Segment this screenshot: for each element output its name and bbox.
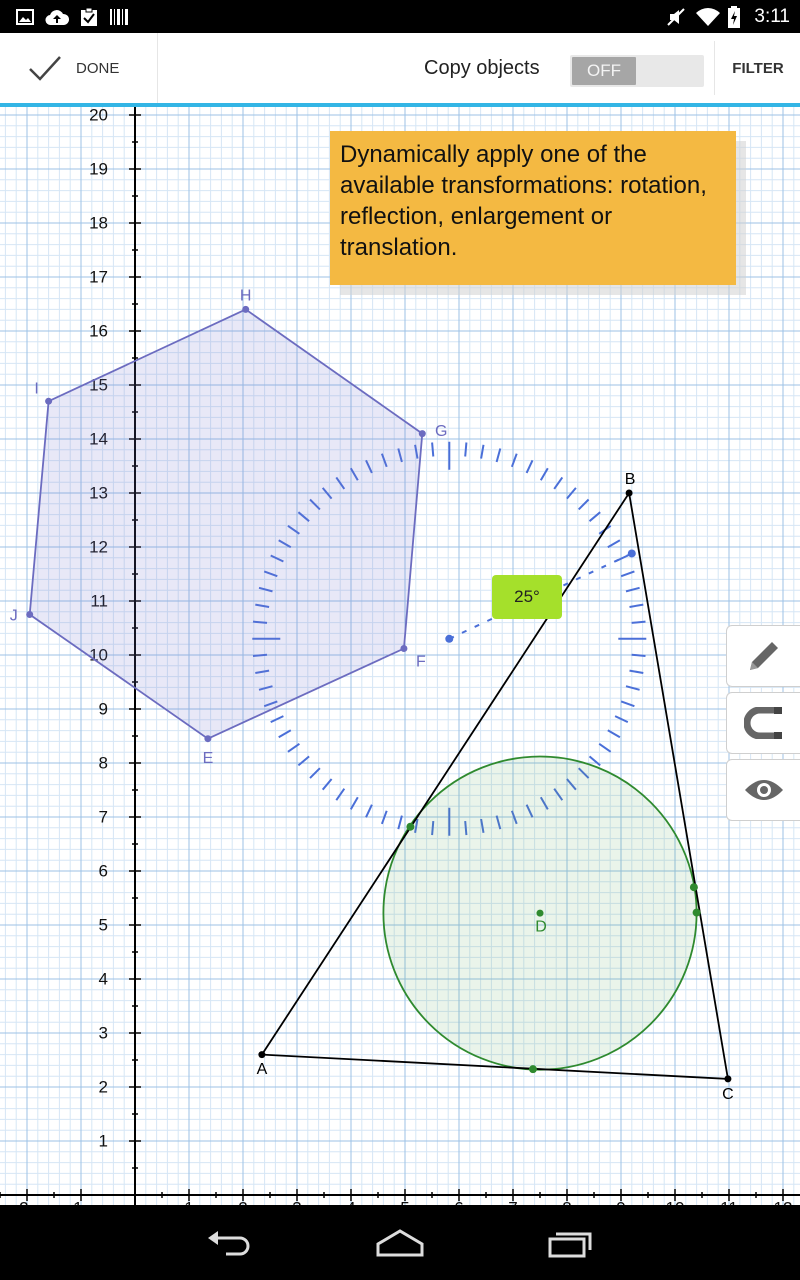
mute-icon xyxy=(664,0,688,33)
y-tick-label: 3 xyxy=(99,1023,108,1042)
triangle-vertex-label: B xyxy=(625,471,636,488)
tangent-point[interactable] xyxy=(528,1065,537,1074)
hexagon-vertex-label: I xyxy=(34,380,38,397)
triangle-vertex[interactable] xyxy=(625,489,633,497)
clipboard-check-icon xyxy=(78,0,100,33)
hexagon-vertex-label: E xyxy=(203,750,214,767)
rotation-angle-badge[interactable]: 25° xyxy=(492,575,562,619)
eye-icon xyxy=(743,776,785,804)
cloud-upload-icon xyxy=(44,0,70,33)
visibility-tool-button[interactable] xyxy=(726,759,800,821)
help-text: Dynamically apply one of the available t… xyxy=(340,141,707,261)
copy-objects-label: Copy objects xyxy=(424,57,540,79)
tangent-point[interactable] xyxy=(689,883,698,892)
y-tick-label: 2 xyxy=(99,1077,108,1096)
recent-apps-icon xyxy=(546,1228,594,1258)
back-button[interactable] xyxy=(180,1205,280,1280)
back-icon xyxy=(206,1230,254,1256)
y-tick-label: 6 xyxy=(99,861,108,880)
triangle-vertex-label: C xyxy=(722,1086,734,1103)
hexagon-vertex[interactable] xyxy=(400,645,408,653)
copy-objects-toggle[interactable]: OFF xyxy=(570,55,704,87)
y-tick-label: 7 xyxy=(99,807,108,826)
action-bar: DONE Copy objects OFF FILTER xyxy=(0,33,800,107)
home-icon xyxy=(374,1228,426,1258)
graph-canvas[interactable]: -2-1123456789101112123456789101112131415… xyxy=(0,107,800,1205)
magnet-icon xyxy=(743,707,784,739)
circle-center-label: D xyxy=(535,918,547,935)
triangle-vertex-label: A xyxy=(257,1061,268,1078)
hexagon-vertex[interactable] xyxy=(242,305,250,313)
triangle-vertex[interactable] xyxy=(258,1051,266,1059)
circle-center-point[interactable] xyxy=(536,909,544,917)
pencil-tool-button[interactable] xyxy=(726,625,800,687)
y-tick-label: 19 xyxy=(89,159,108,178)
hexagon-vertex-label: J xyxy=(10,608,18,625)
done-button[interactable]: DONE xyxy=(0,33,158,103)
wifi-icon xyxy=(694,0,722,33)
divider xyxy=(714,41,715,95)
triangle-vertex[interactable] xyxy=(724,1075,732,1083)
y-tick-label: 18 xyxy=(89,213,108,232)
battery-charging-icon xyxy=(726,0,742,33)
y-tick-label: 16 xyxy=(89,321,108,340)
recent-apps-button[interactable] xyxy=(520,1205,620,1280)
check-icon xyxy=(28,55,62,81)
pencil-icon xyxy=(746,638,782,674)
y-tick-label: 9 xyxy=(99,699,108,718)
y-tick-label: 20 xyxy=(89,107,108,124)
y-tick-label: 8 xyxy=(99,753,108,772)
hexagon-vertex[interactable] xyxy=(45,397,53,405)
y-tick-label: 1 xyxy=(99,1131,108,1150)
tangent-point[interactable] xyxy=(692,908,701,917)
hexagon-vertex[interactable] xyxy=(26,611,34,618)
hexagon-vertex[interactable] xyxy=(204,735,212,743)
y-tick-label: 4 xyxy=(99,969,108,988)
magnet-tool-button[interactable] xyxy=(726,692,800,754)
tangent-point[interactable] xyxy=(406,822,415,831)
hexagon-vertex[interactable] xyxy=(418,430,426,438)
navigation-bar xyxy=(0,1205,800,1280)
hexagon-vertex-label: G xyxy=(435,423,447,440)
y-tick-label: 17 xyxy=(89,267,108,286)
filter-button[interactable]: FILTER xyxy=(716,33,800,103)
image-icon xyxy=(14,0,36,33)
help-tooltip: Dynamically apply one of the available t… xyxy=(330,131,736,285)
home-button[interactable] xyxy=(350,1205,450,1280)
rotation-handle-point[interactable] xyxy=(627,549,636,558)
hexagon-vertex-label: H xyxy=(240,288,252,305)
y-tick-label: 5 xyxy=(99,915,108,934)
status-bar: 3:11 xyxy=(0,0,800,33)
barcode-icon xyxy=(108,0,130,33)
done-label: DONE xyxy=(76,59,120,77)
rotation-center-point[interactable] xyxy=(445,634,454,643)
clock: 3:11 xyxy=(754,6,790,27)
hexagon-vertex-label: F xyxy=(416,654,426,671)
toggle-state: OFF xyxy=(572,57,636,85)
